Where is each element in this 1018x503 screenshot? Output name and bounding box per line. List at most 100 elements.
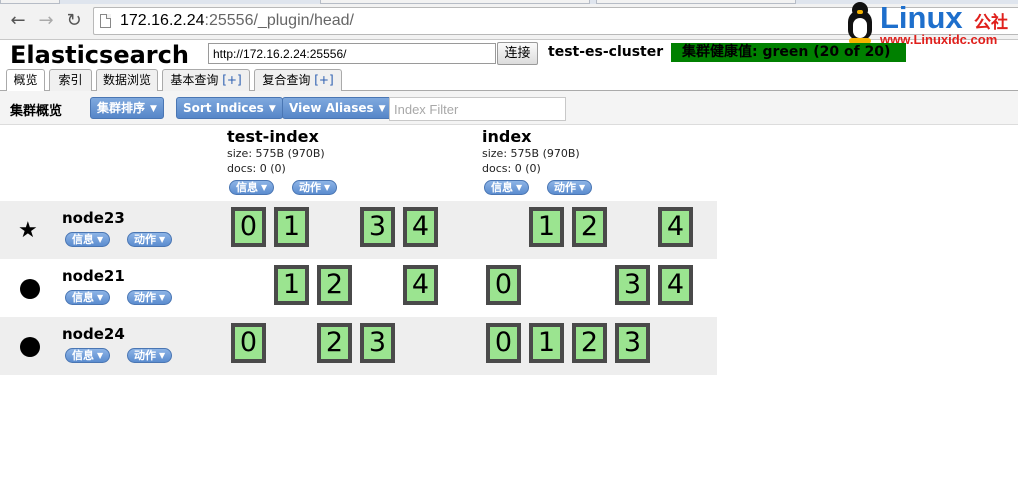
- address-url[interactable]: 172.16.2.24:25556/_plugin/head/: [120, 12, 354, 30]
- caret-down-icon: ▼: [159, 293, 166, 302]
- index-name: test-index: [227, 127, 319, 146]
- tab-label: 概览: [13, 73, 38, 87]
- caret-down-icon: ▼: [261, 183, 268, 192]
- tab-plus: [+]: [222, 73, 242, 87]
- button-label: 信息: [236, 181, 258, 194]
- button-label: 动作: [134, 233, 156, 246]
- shard[interactable]: 4: [403, 265, 438, 305]
- node-dot-icon: [20, 337, 40, 357]
- cluster-name: test-es-cluster: [548, 44, 664, 60]
- browser-tab[interactable]: [596, 0, 796, 4]
- shard[interactable]: 0: [486, 323, 521, 363]
- browser-tab[interactable]: [0, 0, 60, 4]
- node-info-button[interactable]: 信息 ▼: [65, 348, 111, 363]
- index-action-button[interactable]: 动作 ▼: [547, 180, 593, 195]
- url-path: :25556/_plugin/head/: [204, 12, 354, 29]
- index-filter-input[interactable]: [389, 97, 566, 121]
- index-action-button[interactable]: 动作 ▼: [292, 180, 338, 195]
- caret-down-icon: ▼: [268, 104, 276, 114]
- shard[interactable]: 2: [317, 323, 352, 363]
- shard[interactable]: 1: [274, 207, 309, 247]
- app-title: Elasticsearch: [10, 41, 189, 69]
- sort-indices-button[interactable]: Sort Indices ▼: [176, 97, 283, 119]
- node-info-button[interactable]: 信息 ▼: [65, 232, 111, 247]
- browser-tab[interactable]: [320, 0, 590, 4]
- shard[interactable]: 2: [317, 265, 352, 305]
- shard[interactable]: 1: [529, 323, 564, 363]
- node-row: node21 信息 ▼ 动作 ▼ 1 2 4 0 3 4: [0, 259, 717, 317]
- sort-cluster-button[interactable]: 集群排序 ▼: [90, 97, 164, 119]
- button-label: View Aliases: [289, 101, 374, 115]
- tab-label: 数据浏览: [102, 73, 151, 87]
- shard[interactable]: 0: [231, 207, 266, 247]
- node-dot-icon: [20, 279, 40, 299]
- shard[interactable]: 4: [658, 207, 693, 247]
- logo-brand: Linux: [880, 0, 963, 35]
- shard[interactable]: 4: [403, 207, 438, 247]
- index-info-button[interactable]: 信息 ▼: [229, 180, 275, 195]
- back-icon[interactable]: ←: [8, 11, 28, 31]
- toolbar-title: 集群概览: [10, 104, 63, 119]
- caret-down-icon: ▼: [97, 235, 104, 244]
- shard[interactable]: 3: [615, 323, 650, 363]
- caret-down-icon: ▼: [378, 104, 386, 114]
- shard[interactable]: 2: [572, 207, 607, 247]
- tab-basic-query[interactable]: 基本查询 [+]: [162, 69, 250, 91]
- connect-button[interactable]: 连接: [497, 42, 538, 65]
- star-icon: ★: [18, 218, 38, 243]
- button-label: 集群排序: [97, 101, 146, 115]
- shard[interactable]: 3: [360, 207, 395, 247]
- shard[interactable]: 3: [360, 323, 395, 363]
- caret-down-icon: ▼: [159, 351, 166, 360]
- caret-down-icon: ▼: [97, 293, 104, 302]
- node-action-button[interactable]: 动作 ▼: [127, 232, 173, 247]
- node-action-button[interactable]: 动作 ▼: [127, 290, 173, 305]
- node-name: node24: [62, 325, 125, 343]
- tab-indices[interactable]: 索引: [49, 69, 92, 91]
- tab-plus: [+]: [314, 73, 334, 87]
- tab-label: 索引: [58, 73, 83, 87]
- shard[interactable]: 0: [231, 323, 266, 363]
- shard[interactable]: 0: [486, 265, 521, 305]
- index-docs: docs: 0 (0): [227, 162, 286, 175]
- tab-overview[interactable]: 概览: [6, 69, 45, 92]
- cluster-health-badge: 集群健康值: green (20 of 20): [671, 43, 906, 62]
- button-label: 动作: [134, 291, 156, 304]
- view-aliases-button[interactable]: View Aliases ▼: [282, 97, 393, 119]
- caret-down-icon: ▼: [324, 183, 331, 192]
- node-row: ★ node23 信息 ▼ 动作 ▼ 0 1 3 4 1 2 4: [0, 201, 717, 259]
- shard[interactable]: 1: [274, 265, 309, 305]
- node-info-button[interactable]: 信息 ▼: [65, 290, 111, 305]
- button-label: 信息: [72, 349, 94, 362]
- shard[interactable]: 3: [615, 265, 650, 305]
- tab-compound-query[interactable]: 复合查询 [+]: [254, 69, 342, 91]
- caret-down-icon: ▼: [159, 235, 166, 244]
- tab-label: 基本查询: [170, 73, 219, 87]
- node-action-button[interactable]: 动作 ▼: [127, 348, 173, 363]
- url-host: 172.16.2.24: [120, 12, 205, 29]
- index-info-button[interactable]: 信息 ▼: [484, 180, 530, 195]
- caret-down-icon: ▼: [516, 183, 523, 192]
- logo-brand-cn: 公社: [974, 13, 1008, 33]
- button-label: Sort Indices: [183, 101, 264, 115]
- reload-icon[interactable]: ↻: [64, 11, 84, 31]
- tab-browser[interactable]: 数据浏览: [96, 69, 158, 91]
- caret-down-icon: ▼: [579, 183, 586, 192]
- penguin-icon: [846, 2, 874, 44]
- button-label: 动作: [299, 181, 321, 194]
- site-logo: Linux 公社 www.Linuxidc.com: [840, 0, 1018, 48]
- caret-down-icon: ▼: [150, 104, 157, 114]
- shard[interactable]: 2: [572, 323, 607, 363]
- shard[interactable]: 4: [658, 265, 693, 305]
- connect-url-input[interactable]: [208, 43, 496, 64]
- index-name: index: [482, 127, 532, 146]
- index-header: index size: 575B (970B) docs: 0 (0): [482, 128, 580, 176]
- node-name: node23: [62, 209, 125, 227]
- node-row: node24 信息 ▼ 动作 ▼ 0 2 3 0 1 2 3: [0, 317, 717, 375]
- button-label: 信息: [491, 181, 513, 194]
- forward-icon[interactable]: →: [36, 11, 56, 31]
- index-header: test-index size: 575B (970B) docs: 0 (0): [227, 128, 325, 176]
- button-label: 信息: [72, 291, 94, 304]
- index-size: size: 575B (970B): [227, 147, 325, 160]
- shard[interactable]: 1: [529, 207, 564, 247]
